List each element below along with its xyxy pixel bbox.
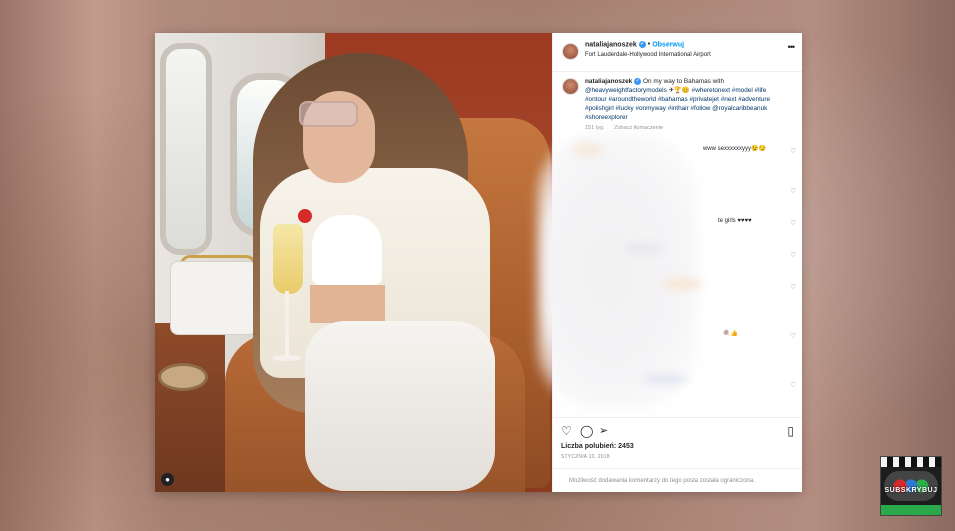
location-link[interactable]: Fort Lauderdale-Hollywood International … (585, 52, 711, 58)
post-date: STYCZNIA 10, 2018 (561, 454, 610, 460)
handbag (170, 261, 257, 335)
champagne-glass (272, 223, 304, 295)
more-options-icon[interactable]: ••• (788, 42, 796, 52)
see-translation-link[interactable]: Zobacz tłumaczenie (614, 125, 663, 131)
strawberry (298, 209, 312, 223)
comment-text: te girls ♥♥♥♥ (718, 218, 752, 224)
blurred-text (643, 373, 688, 385)
cabin-window (160, 43, 212, 255)
subscribe-logo[interactable]: SUBSKRYBUJ (880, 456, 942, 516)
logo-emblem (884, 471, 938, 501)
post-side-panel: nataliajanoszek ✓ • Obserwuj Fort Lauderdal… (538, 33, 802, 493)
blurred-avatar (573, 143, 603, 157)
post-age: 151 tyg. (585, 125, 605, 131)
instagram-post-card: ● nataliajanoszek ✓ • Obserwuj Fort Lauderd… (155, 33, 802, 493)
white-trousers (305, 321, 495, 491)
caption-username[interactable]: nataliajanoszek (585, 78, 632, 85)
comment-bubble-icon[interactable]: ◯ (580, 424, 593, 438)
comment-like-icon[interactable]: ♡ (790, 382, 796, 389)
caption-mention[interactable]: @heavyweightfactorymodels (585, 87, 667, 94)
glass-stem (285, 291, 289, 359)
caption-avatar[interactable] (562, 78, 579, 95)
comments-restricted-notice: Możliwość dodawania komentarzy do tego p… (553, 468, 802, 493)
sunglasses (299, 101, 358, 127)
cup-holder (158, 363, 208, 391)
follow-button[interactable]: Obserwuj (652, 41, 684, 48)
comment-like-icon[interactable]: ♡ (790, 252, 796, 259)
comment-like-icon[interactable]: ♡ (790, 188, 796, 195)
caption-emojis: ✈🏆😊 (668, 87, 690, 94)
glass-base (272, 355, 302, 361)
logo-grass-stripe (881, 505, 941, 515)
logo-checker-stripe (881, 457, 941, 467)
blurred-text (663, 278, 703, 290)
blurred-comments (538, 133, 698, 408)
username-link[interactable]: nataliajanoszek (585, 41, 637, 48)
user-avatar[interactable] (562, 43, 579, 60)
comment-like-icon[interactable]: ♡ (790, 148, 796, 155)
separator-dot: • (647, 41, 651, 49)
verified-badge-icon: ✓ (634, 77, 642, 85)
comment-like-icon[interactable]: ♡ (790, 284, 796, 291)
bookmark-icon[interactable]: ▯ (787, 424, 794, 438)
side-console (155, 323, 225, 492)
caption-meta: 151 tyg. Zobacz tłumaczenie (585, 125, 671, 131)
like-heart-icon[interactable]: ♡ (561, 424, 572, 438)
post-photo[interactable]: ● (155, 33, 552, 492)
like-count[interactable]: Liczba polubień: 2453 (561, 443, 634, 450)
comment-like-icon[interactable]: ♡ (790, 333, 796, 340)
comment-text: 🍭👍 (723, 331, 738, 337)
tagged-user-icon[interactable]: ● (161, 473, 174, 486)
comment-like-icon[interactable]: ♡ (790, 220, 796, 227)
post-caption: nataliajanoszek ✓ On my way to Bahamas wi… (585, 77, 785, 122)
post-actions: ♡ ◯ ➢ ▯ Liczba polubień: 2453 STYCZNIA 1… (553, 417, 802, 493)
post-author: nataliajanoszek ✓ • Obserwuj (585, 41, 684, 48)
post-header: nataliajanoszek ✓ • Obserwuj Fort Lauderdal… (553, 33, 802, 72)
blurred-text (623, 243, 663, 255)
verified-badge-icon: ✓ (638, 41, 646, 48)
logo-text: SUBSKRYBUJ (884, 487, 938, 494)
comment-text: www sexxxxxxyyy😉😏 (703, 146, 766, 152)
caption-text: On my way to Bahamas with (643, 78, 725, 85)
share-send-icon[interactable]: ➢ (599, 424, 608, 437)
white-top (312, 215, 382, 285)
midriff (310, 285, 385, 323)
